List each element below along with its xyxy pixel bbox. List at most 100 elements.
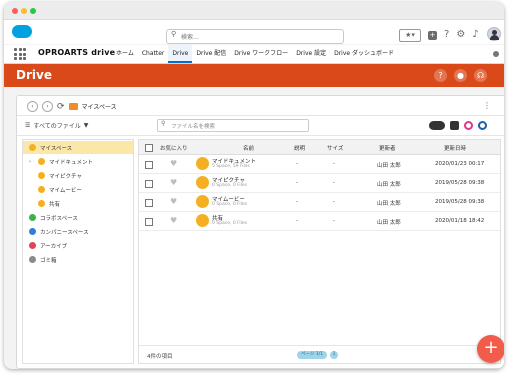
tab-drive-dashboard[interactable]: Drive ダッシュボード <box>330 45 398 63</box>
file-summary: 0 Space, 0 Files <box>212 202 248 207</box>
file-updated-at: 2019/05/28 09:38 <box>435 199 485 205</box>
close-window-button[interactable] <box>12 8 18 14</box>
table-row[interactable]: ♥ 共有 0 Space, 0 Files - - 山田 太郎 2020/01/… <box>139 212 500 231</box>
folder-icon <box>196 176 209 189</box>
sidebar-item-company-space[interactable]: カンパニースペース <box>23 225 133 238</box>
help-icon[interactable]: ? <box>434 69 447 82</box>
column-favorite[interactable]: お気に入り <box>160 144 188 152</box>
collabo-space-icon <box>29 214 36 221</box>
table-header: お気に入り 名前 説明 サイズ 更新者 更新日時 <box>139 140 500 155</box>
breadcrumb-current: マイスペース <box>81 104 117 111</box>
folder-icon <box>38 186 45 193</box>
table-row[interactable]: ♥ マイドキュメント 5 Space, 59 Files - - 山田 太郎 2… <box>139 155 500 174</box>
settings-icon[interactable]: ⚙ <box>456 30 465 40</box>
file-search-input[interactable]: ⚲ ファイル名を検索 <box>157 119 309 132</box>
column-description[interactable]: 説明 <box>294 144 305 152</box>
folder-icon <box>38 172 45 179</box>
app-launcher-icon[interactable] <box>14 48 26 60</box>
tab-chatter[interactable]: Chatter <box>138 45 169 63</box>
breadcrumb: ‹ › ⟳ マイスペース <box>27 100 117 113</box>
tab-drive[interactable]: Drive <box>168 45 193 63</box>
tab-home[interactable]: ホーム <box>112 45 138 63</box>
file-filter-label: すべてのファイル <box>33 123 81 130</box>
sidebar-item-myspace[interactable]: マイスペース <box>23 141 133 154</box>
shared-filter-icon[interactable] <box>478 121 487 130</box>
row-checkbox[interactable] <box>145 180 153 188</box>
add-icon[interactable]: + <box>428 30 437 40</box>
file-filter-dropdown[interactable]: ☰ すべてのファイル ▼ <box>25 121 88 130</box>
salesforce-logo-icon[interactable] <box>12 25 32 38</box>
file-summary: 0 Space, 0 Files <box>212 183 248 188</box>
forward-button[interactable]: › <box>42 101 53 112</box>
notifications-bell-icon[interactable]: ♪ <box>472 30 478 40</box>
browser-window: ⚲ 検索... ★▾ + ? ⚙ ♪ OPROARTS drive ホーム Ch… <box>4 2 504 369</box>
global-header: ⚲ 検索... ★▾ + ? ⚙ ♪ <box>4 20 504 44</box>
row-checkbox[interactable] <box>145 199 153 207</box>
nav-overflow-icon[interactable] <box>493 51 499 57</box>
column-updated-at[interactable]: 更新日時 <box>444 144 466 152</box>
more-actions-icon[interactable]: ⋮ <box>483 101 491 110</box>
pagination: ページ 1/1 1 <box>297 351 339 359</box>
file-updated-by: 山田 太郎 <box>377 201 401 207</box>
column-size[interactable]: サイズ <box>327 144 343 152</box>
sidebar-item-shared[interactable]: 共有 <box>23 197 133 210</box>
global-search-placeholder: 検索... <box>181 34 199 41</box>
favorite-heart-icon[interactable]: ♥ <box>170 178 177 187</box>
view-toggle-icon[interactable] <box>429 121 445 130</box>
table-row[interactable]: ♥ マイムービー 0 Space, 0 Files - - 山田 太郎 2019… <box>139 193 500 212</box>
filter-bar: ☰ すべてのファイル ▼ ⚲ ファイル名を検索 <box>17 115 504 136</box>
refresh-icon[interactable]: ⟳ <box>57 102 65 112</box>
table-row[interactable]: ♥ マイピクチャ 0 Space, 0 Files - - 山田 太郎 2019… <box>139 174 500 193</box>
back-button[interactable]: ‹ <box>27 101 38 112</box>
sidebar-item-mypictures[interactable]: マイピクチャ <box>23 169 133 182</box>
drive-header-band: Drive ? ● ☊ <box>4 64 504 87</box>
file-updated-by: 山田 太郎 <box>377 220 401 226</box>
column-updated-by[interactable]: 更新者 <box>379 144 396 152</box>
header-utility-icons: ★▾ + ? ⚙ ♪ <box>399 28 479 42</box>
select-all-checkbox[interactable] <box>145 144 153 152</box>
favorite-heart-icon[interactable]: ♥ <box>170 197 177 206</box>
page-number-button[interactable]: 1 <box>330 351 339 359</box>
favorites-filter-icon[interactable] <box>464 121 473 130</box>
sidebar-item-mydocuments[interactable]: › マイドキュメント <box>23 155 133 168</box>
file-description: - <box>296 161 298 167</box>
filter-list-icon: ☰ <box>25 122 31 129</box>
favorites-star-icon[interactable]: ★▾ <box>399 28 421 42</box>
avatar[interactable] <box>487 27 501 41</box>
folder-tree-sidebar: マイスペース › マイドキュメント マイピクチャ マイムービー 共有 コラボスペ… <box>22 139 134 364</box>
sidebar-item-label: マイドキュメント <box>49 159 94 166</box>
file-updated-by: 山田 太郎 <box>377 163 401 169</box>
list-view-icon[interactable] <box>450 121 459 130</box>
notifications-icon[interactable]: ● <box>454 69 467 82</box>
file-size: - <box>333 161 335 167</box>
folder-icon <box>29 144 36 151</box>
column-name[interactable]: 名前 <box>243 144 254 152</box>
favorite-heart-icon[interactable]: ♥ <box>170 216 177 225</box>
sidebar-item-mymovies[interactable]: マイムービー <box>23 183 133 196</box>
sidebar-item-collabo-space[interactable]: コラボスペース <box>23 211 133 224</box>
file-size: - <box>333 180 335 186</box>
support-headset-icon[interactable]: ☊ <box>474 69 487 82</box>
sidebar-item-trash[interactable]: ゴミ箱 <box>23 253 133 266</box>
favorite-heart-icon[interactable]: ♥ <box>170 159 177 168</box>
page-indicator[interactable]: ページ 1/1 <box>297 351 328 359</box>
minimize-window-button[interactable] <box>21 8 27 14</box>
folder-icon <box>196 157 209 170</box>
file-table: お気に入り 名前 説明 サイズ 更新者 更新日時 ♥ マイドキュメント 5 Sp… <box>138 139 501 364</box>
tab-drive-workflow[interactable]: Drive ワークフロー <box>230 45 292 63</box>
help-icon[interactable]: ? <box>444 30 449 40</box>
view-toggle-icons <box>429 121 487 130</box>
sidebar-item-label: マイムービー <box>49 187 82 194</box>
row-checkbox[interactable] <box>145 218 153 226</box>
chevron-right-icon[interactable]: › <box>29 159 34 165</box>
sidebar-item-label: カンパニースペース <box>40 229 89 236</box>
sidebar-item-archive[interactable]: アーカイブ <box>23 239 133 252</box>
row-checkbox[interactable] <box>145 161 153 169</box>
tab-drive-delivery[interactable]: Drive 配信 <box>192 45 230 63</box>
maximize-window-button[interactable] <box>30 8 36 14</box>
add-file-button[interactable]: + <box>477 335 504 363</box>
tab-drive-settings[interactable]: Drive 設定 <box>292 45 330 63</box>
global-search-input[interactable]: ⚲ 検索... <box>166 29 344 44</box>
nav-tabs: ホーム Chatter Drive Drive 配信 Drive ワークフロー … <box>112 45 398 63</box>
sidebar-item-label: コラボスペース <box>40 215 78 222</box>
